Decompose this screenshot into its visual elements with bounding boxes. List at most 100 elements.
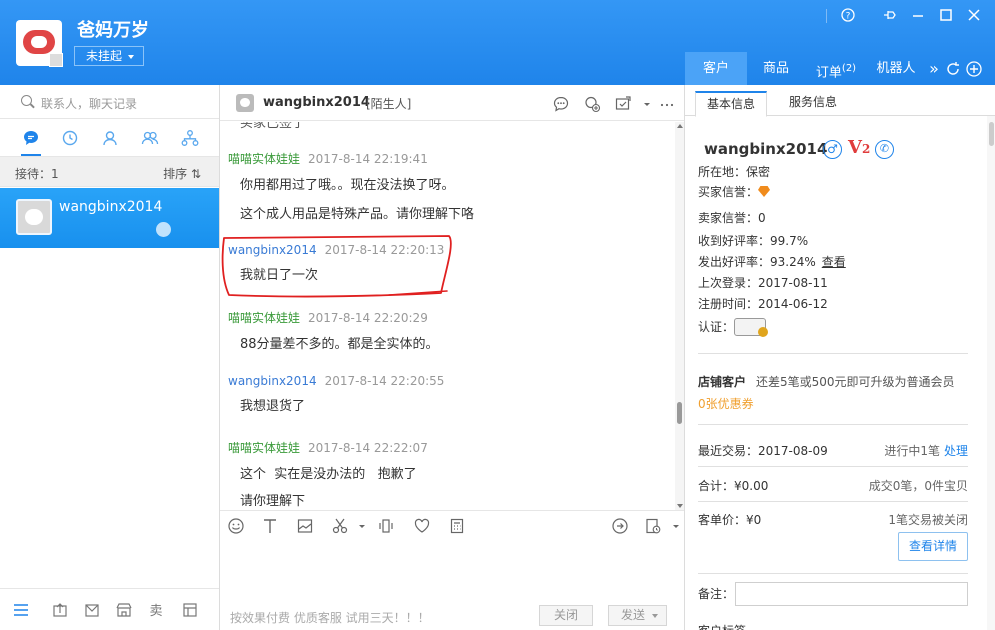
chat-scrollbar[interactable]	[675, 122, 684, 510]
input-toolbar	[220, 510, 684, 540]
tab-service-info[interactable]: 服务信息	[778, 91, 848, 117]
total: 合计：¥0.00	[698, 479, 769, 493]
note-input[interactable]	[735, 582, 968, 606]
search-icon	[21, 95, 32, 106]
sender-name: wangbinx2014	[228, 374, 317, 388]
svg-text:?: ?	[846, 12, 851, 22]
contact-item-wangbinx2014[interactable]: wangbinx2014	[0, 188, 219, 248]
calculator-icon[interactable]	[448, 517, 466, 535]
contact-avatar	[16, 199, 52, 235]
view-details-button[interactable]: 查看详情	[898, 532, 968, 561]
ellipsis-icon[interactable]	[658, 95, 676, 113]
message-sender: wangbinx2014 2017-8-14 22:20:55	[228, 374, 444, 388]
store-icon[interactable]	[115, 601, 133, 619]
user-icon[interactable]	[101, 129, 119, 147]
scroll-up-icon[interactable]	[677, 124, 683, 128]
scroll-thumb[interactable]	[677, 402, 682, 424]
coupon-count[interactable]: 0张优惠券	[698, 395, 754, 412]
transfer-icon[interactable]	[614, 95, 632, 113]
message-input[interactable]: 按效果付费 优质客服 试用三天！！！ 关闭 发送	[220, 540, 684, 630]
tab-orders-label: 订单	[815, 65, 842, 81]
sender-name: 喵喵实体娃娃	[228, 152, 301, 166]
message-text: 请你理解下	[240, 494, 306, 509]
active-tab-indicator	[21, 154, 41, 156]
certificate-icon	[734, 318, 769, 337]
message-sender: wangbinx2014 2017-8-14 22:20:13	[228, 243, 444, 257]
send-button[interactable]: 发送	[608, 605, 667, 626]
chat-panel: wangbinx2014 [陌生人] 买家已签了 喵喵实体娃娃 2017-8-14…	[220, 85, 684, 630]
chat-more-icon[interactable]	[552, 95, 570, 113]
history-icon[interactable]	[644, 517, 662, 535]
help-icon[interactable]: ?	[839, 8, 857, 26]
quick-reply-icon[interactable]	[611, 517, 629, 535]
clock-icon[interactable]	[61, 129, 79, 147]
note-label: 备注：	[698, 587, 735, 601]
avg-price: 客单价：¥0	[698, 513, 762, 527]
sell-icon[interactable]: 卖	[147, 601, 165, 619]
last-login: 上次登录：2017-08-11	[698, 276, 828, 290]
more-tabs-icon[interactable]: »	[925, 52, 943, 85]
heart-icon[interactable]	[413, 517, 431, 535]
tab-robot[interactable]: 机器人	[867, 52, 925, 85]
upload-icon[interactable]	[51, 601, 69, 619]
mail-icon[interactable]	[83, 601, 101, 619]
info-scroll-thumb[interactable]	[989, 122, 994, 146]
search-box[interactable]: 联系人，聊天记录	[0, 85, 219, 119]
scroll-down-icon[interactable]	[677, 504, 683, 508]
font-icon[interactable]	[261, 517, 279, 535]
shop-customer: 店铺客户 还差5笔或500元即可升级为普通会员	[698, 373, 955, 390]
sender-name: wangbinx2014	[228, 243, 317, 257]
scissors-dropdown-icon[interactable]	[353, 517, 365, 535]
message-sender: 喵喵实体娃娃 2017-8-14 22:20:29	[228, 309, 439, 326]
recent-trade: 最近交易：2017-08-09	[698, 444, 828, 458]
phone-icon[interactable]: ✆	[875, 140, 894, 159]
org-chart-icon[interactable]	[181, 129, 199, 147]
tab-orders[interactable]: 订单(2)	[805, 52, 867, 85]
tab-products[interactable]: 商品	[747, 52, 805, 85]
refresh-icon[interactable]	[944, 52, 962, 85]
search-placeholder: 联系人，聊天记录	[41, 97, 138, 111]
scissors-icon[interactable]	[331, 517, 349, 535]
sort-button[interactable]: 排序 ⇅	[163, 165, 201, 182]
waiting-count: 接待：1	[15, 167, 59, 181]
ad-text[interactable]: 按效果付费 优质客服 试用三天！！！	[230, 609, 430, 626]
customer-info-panel: 基本信息 服务信息 wangbinx2014 ♂ V2 ✆ 所在地：保密 买家信…	[684, 85, 995, 630]
message-text: 这个成人用品是特殊产品。请你理解下咯	[240, 207, 475, 222]
minimize-icon[interactable]	[909, 8, 927, 26]
message-text: 我就日了一次	[240, 268, 319, 283]
handle-link[interactable]: 处理	[944, 444, 968, 458]
shop-name: 爸妈万岁	[77, 20, 149, 41]
message-sender: 喵喵实体娃娃 2017-8-14 22:22:07	[228, 439, 428, 456]
view-link[interactable]: 查看	[822, 255, 846, 269]
shop-customer-title: 店铺客户	[698, 375, 747, 389]
message-icon	[156, 222, 171, 237]
image-icon[interactable]	[296, 517, 314, 535]
info-scrollbar[interactable]	[987, 116, 995, 630]
close-chat-button[interactable]: 关闭	[539, 605, 593, 626]
vibrate-icon[interactable]	[377, 517, 395, 535]
menu-icon[interactable]	[12, 601, 30, 619]
history-dropdown-icon[interactable]	[667, 517, 679, 535]
add-icon[interactable]	[965, 52, 983, 85]
close-icon[interactable]	[965, 8, 983, 26]
emoji-icon[interactable]	[227, 517, 245, 535]
divider	[698, 466, 968, 467]
maximize-icon[interactable]	[937, 8, 955, 26]
message-text: 我想退货了	[240, 399, 306, 414]
seller-credit: 卖家信誉：0	[698, 211, 766, 225]
chat-bubble-icon[interactable]	[22, 129, 40, 147]
transfer-dropdown-icon[interactable]	[638, 95, 650, 113]
divider	[698, 424, 968, 425]
shop-avatar[interactable]	[16, 20, 63, 67]
group-icon[interactable]	[141, 129, 159, 147]
truncated-message: 买家已签了	[240, 122, 306, 131]
male-icon: ♂	[823, 140, 842, 159]
add-contact-icon[interactable]	[583, 95, 601, 113]
tab-basic-info[interactable]: 基本信息	[695, 91, 768, 117]
status-dropdown[interactable]: 未挂起	[74, 46, 144, 66]
pin-icon[interactable]	[881, 8, 899, 26]
tab-customer[interactable]: 客户	[685, 52, 747, 85]
layout-icon[interactable]	[181, 601, 199, 619]
location: 所在地：保密	[698, 165, 771, 179]
tab-products-label: 商品	[762, 61, 789, 76]
